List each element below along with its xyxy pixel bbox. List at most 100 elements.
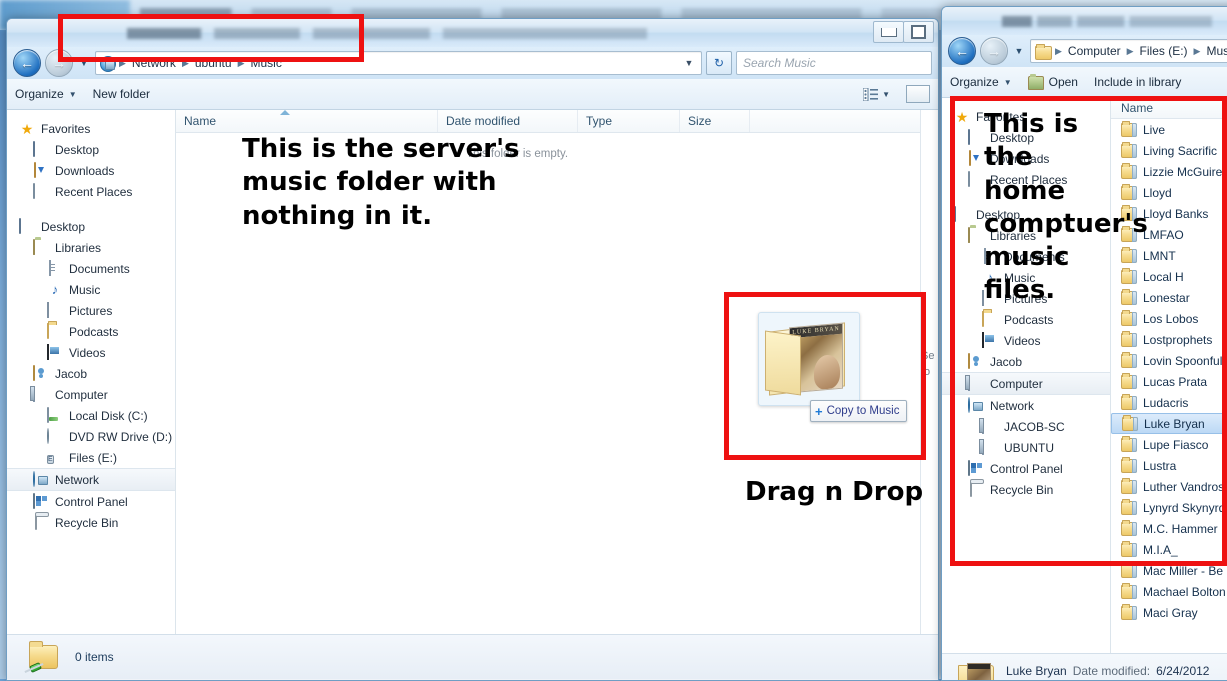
file-list-item[interactable]: Luke Bryan <box>1111 413 1227 434</box>
file-list-item[interactable]: M.I.A_ <box>1111 539 1227 560</box>
sidebar-item-pictures[interactable]: Pictures <box>7 300 175 321</box>
file-list-item[interactable]: Local H <box>1111 266 1227 287</box>
sidebar-item-computer[interactable]: Computer <box>942 372 1110 395</box>
file-list-item[interactable]: Lloyd <box>1111 182 1227 203</box>
sidebar-item-desktop[interactable]: Desktop <box>7 139 175 160</box>
back-button[interactable]: ← <box>948 37 976 65</box>
breadcrumb-ubuntu[interactable]: ubuntu <box>192 55 235 71</box>
file-list-item[interactable]: Ludacris <box>1111 392 1227 413</box>
file-list-item[interactable]: Lovin Spoonful <box>1111 350 1227 371</box>
file-list-item[interactable]: Lostprophets <box>1111 329 1227 350</box>
sidebar-item-documents[interactable]: Documents <box>7 258 175 279</box>
file-list-item[interactable]: M.C. Hammer <box>1111 518 1227 539</box>
minimize-button[interactable] <box>873 21 904 43</box>
sidebar-item-network[interactable]: Network <box>7 468 175 491</box>
sidebar-item-control-panel[interactable]: Control Panel <box>7 491 175 512</box>
breadcrumb[interactable]: ▶ Network ▶ ubuntu ▶ Music ▼ <box>95 51 702 75</box>
sidebar-item-recent-places[interactable]: Recent Places <box>7 181 175 202</box>
breadcrumb-computer[interactable]: Computer <box>1065 43 1124 59</box>
column-name[interactable]: Name <box>1111 98 1227 119</box>
sidebar-item-control-panel[interactable]: Control Panel <box>942 458 1110 479</box>
sidebar-item-jacob[interactable]: Jacob <box>7 363 175 384</box>
sidebar-item-podcasts[interactable]: Podcasts <box>7 321 175 342</box>
organize-button[interactable]: Organize ▼ <box>950 75 1012 89</box>
sidebar-item-podcasts[interactable]: Podcasts <box>942 309 1110 330</box>
sidebar-item-computer[interactable]: Computer <box>7 384 175 405</box>
search-input[interactable]: Search Music <box>736 51 932 75</box>
chevron-down-icon[interactable]: ▼ <box>882 90 890 99</box>
file-list-item[interactable]: Los Lobos <box>1111 308 1227 329</box>
sidebar-item-favorites[interactable]: ★ Favorites <box>7 118 175 139</box>
left-window-titlebar[interactable] <box>7 19 938 47</box>
sidebar-item-music[interactable]: ♪ Music <box>7 279 175 300</box>
column-type[interactable]: Type <box>578 110 680 132</box>
recent-pages-chevron[interactable]: ▼ <box>77 58 91 68</box>
file-list-item[interactable]: LMNT <box>1111 245 1227 266</box>
recent-pages-chevron[interactable]: ▼ <box>1012 46 1026 56</box>
sidebar-item-videos[interactable]: Videos <box>942 330 1110 351</box>
left-window-controls[interactable] <box>873 21 934 43</box>
sidebar-item-jacob[interactable]: Jacob <box>942 351 1110 372</box>
file-list-item[interactable]: Machael Bolton <box>1111 581 1227 602</box>
right-address-row[interactable]: ← → ▼ ▶ Computer ▶ Files (E:) ▶ Musi <box>942 35 1227 67</box>
file-list-item[interactable]: Maci Gray <box>1111 602 1227 623</box>
column-date-modified[interactable]: Date modified <box>438 110 578 132</box>
right-file-list-pane[interactable]: Name Live Living Sacrific Lizzie McGuire Ll… <box>1111 98 1227 653</box>
sidebar-item-recycle-bin[interactable]: Recycle Bin <box>7 512 175 533</box>
left-address-row[interactable]: ← → ▼ ▶ Network ▶ ubuntu ▶ Music ▼ ↻ Sea… <box>7 47 938 79</box>
column-name[interactable]: Name <box>176 110 438 132</box>
drag-preview[interactable]: LUKE BRYAN + Copy to Music <box>758 312 908 422</box>
new-folder-button[interactable]: New folder <box>93 87 150 101</box>
back-button[interactable]: ← <box>13 49 41 77</box>
sidebar-item-videos[interactable]: Videos <box>7 342 175 363</box>
breadcrumb-separator: ▶ <box>1193 45 1201 56</box>
sidebar-item-downloads[interactable]: Downloads <box>7 160 175 181</box>
dragged-folder-icon[interactable]: LUKE BRYAN <box>758 312 860 406</box>
sidebar-item-files-e[interactable]: E Files (E:) <box>7 447 175 468</box>
sidebar-item-libraries[interactable]: Libraries <box>7 237 175 258</box>
file-list-item[interactable]: Lucas Prata <box>1111 371 1227 392</box>
file-list-item[interactable]: Lupe Fiasco <box>1111 434 1227 455</box>
sidebar-item-desktop[interactable]: Desktop <box>7 216 175 237</box>
file-list-item[interactable]: Mac Miller - Be <box>1111 560 1227 581</box>
sidebar-item-label: Computer <box>55 387 108 402</box>
sidebar-item-ubuntu[interactable]: UBUNTU <box>942 437 1110 458</box>
breadcrumb-music[interactable]: Musi <box>1203 43 1227 59</box>
breadcrumb-files-e[interactable]: Files (E:) <box>1137 43 1191 59</box>
file-list-item[interactable]: Live <box>1111 119 1227 140</box>
sidebar-item-jacob-sc[interactable]: JACOB-SC <box>942 416 1110 437</box>
file-list-item[interactable]: Living Sacrific <box>1111 140 1227 161</box>
column-size[interactable]: Size <box>680 110 750 132</box>
file-list-item[interactable]: Lustra <box>1111 455 1227 476</box>
change-view-button[interactable]: ▼ <box>863 87 890 101</box>
file-list-item[interactable]: Luther Vandros <box>1111 476 1227 497</box>
file-list-item[interactable]: Lizzie McGuire <box>1111 161 1227 182</box>
sidebar-item-recycle-bin[interactable]: Recycle Bin <box>942 479 1110 500</box>
address-dropdown-icon[interactable]: ▼ <box>681 58 697 68</box>
left-toolbar[interactable]: Organize ▼ New folder ▼ <box>7 79 938 110</box>
right-window-titlebar[interactable] <box>942 7 1227 35</box>
include-in-library-button[interactable]: Include in library <box>1094 75 1181 89</box>
left-navigation-pane[interactable]: ★ Favorites Desktop Downloads Recent Places D… <box>7 110 176 634</box>
breadcrumb-network[interactable]: Network <box>129 55 179 71</box>
sidebar-item-network[interactable]: Network <box>942 395 1110 416</box>
refresh-button[interactable]: ↻ <box>706 51 732 75</box>
sidebar-item-label: Podcasts <box>1004 312 1054 327</box>
file-list[interactable]: Live Living Sacrific Lizzie McGuire Lloyd Ll… <box>1111 119 1227 623</box>
file-list-item[interactable]: Lynyrd Skynyrd <box>1111 497 1227 518</box>
forward-button[interactable]: → <box>45 49 73 77</box>
file-list-item[interactable]: Lonestar <box>1111 287 1227 308</box>
forward-button[interactable]: → <box>980 37 1008 65</box>
sidebar-item-dvd-rw-drive-d[interactable]: DVD RW Drive (D:) <box>7 426 175 447</box>
open-button[interactable]: Open <box>1027 74 1078 90</box>
right-toolbar[interactable]: Organize ▼ Open Include in library <box>942 67 1227 98</box>
breadcrumb[interactable]: ▶ Computer ▶ Files (E:) ▶ Musi <box>1030 39 1227 63</box>
column-header-row[interactable]: Name Date modified Type Size <box>176 110 938 133</box>
maximize-button[interactable] <box>903 21 934 43</box>
breadcrumb-music[interactable]: Music <box>247 55 284 71</box>
organize-button[interactable]: Organize ▼ <box>15 87 77 101</box>
file-name: Lovin Spoonful <box>1143 353 1223 368</box>
sidebar-item-local-disk-c[interactable]: Local Disk (C:) <box>7 405 175 426</box>
show-preview-pane-button[interactable] <box>906 85 930 103</box>
column-extra[interactable] <box>750 110 930 132</box>
